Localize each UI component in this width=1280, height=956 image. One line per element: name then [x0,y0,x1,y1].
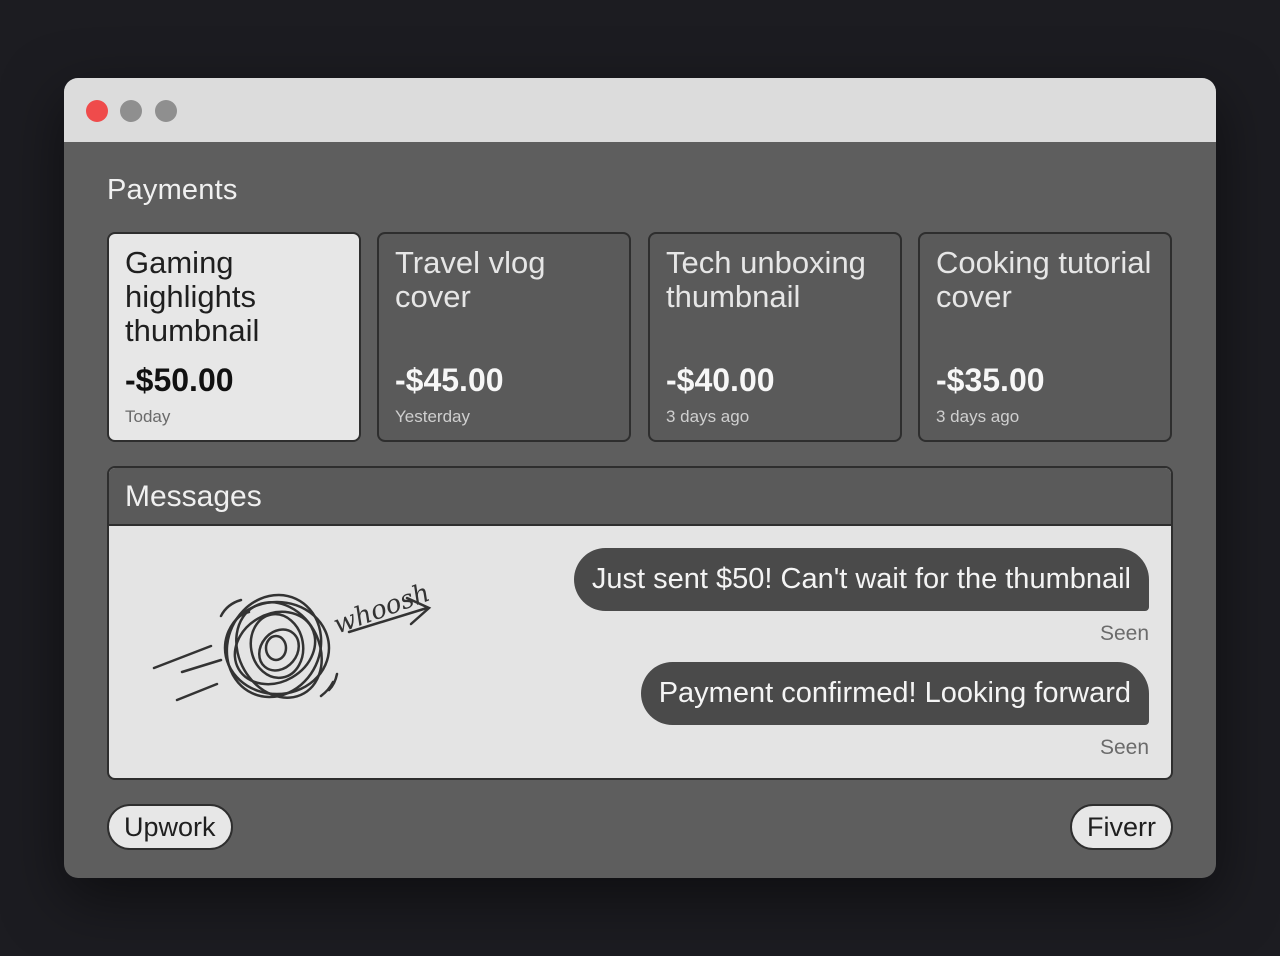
whoosh-label: whoosh [329,578,434,641]
payment-card-amount: -$50.00 [125,362,234,398]
maximize-window-button[interactable] [155,100,177,122]
upwork-button[interactable]: Upwork [107,804,233,850]
payment-card-date: Today [125,407,171,426]
messages-panel: Messages whoosh Just sent $50! Can't wai… [107,466,1173,780]
fiverr-button[interactable]: Fiverr [1070,804,1173,850]
payment-card-cooking[interactable]: Cooking tutorial cover -$35.00 3 days ag… [918,232,1172,442]
message-bubble[interactable]: Payment confirmed! Looking forward [640,662,1149,725]
payments-title: Payments [107,174,238,206]
payment-card-travel[interactable]: Travel vlog cover -$45.00 Yesterday [377,232,631,442]
app-window: Payments Gaming highlights thumbnail -$5… [64,78,1216,878]
payment-card-title: Cooking tutorial cover [936,245,1152,314]
messages-title: Messages [109,468,1171,526]
payment-card-tech[interactable]: Tech unboxing thumbnail -$40.00 3 days a… [648,232,902,442]
payment-card-amount: -$45.00 [395,362,504,398]
payment-card-amount: -$35.00 [936,362,1045,398]
payment-card-gaming[interactable]: Gaming highlights thumbnail -$50.00 Toda… [107,232,361,442]
message-bubble[interactable]: Just sent $50! Can't wait for the thumbn… [573,548,1149,611]
payment-card-date: Yesterday [395,407,470,426]
payment-card-title: Travel vlog cover [395,245,546,314]
payment-card-title: Gaming highlights thumbnail [125,245,260,348]
message-status: Seen [1099,736,1149,759]
message-status: Seen [1099,622,1149,645]
whoosh-ball-doodle: whoosh [152,578,434,702]
minimize-window-button[interactable] [120,100,142,122]
close-window-button[interactable] [86,100,108,122]
payment-card-amount: -$40.00 [666,362,775,398]
window-content: Payments Gaming highlights thumbnail -$5… [64,142,1216,878]
title-bar [64,78,1216,142]
payment-card-date: 3 days ago [666,407,750,426]
payment-card-date: 3 days ago [936,407,1020,426]
payment-card-title: Tech unboxing thumbnail [666,245,866,314]
